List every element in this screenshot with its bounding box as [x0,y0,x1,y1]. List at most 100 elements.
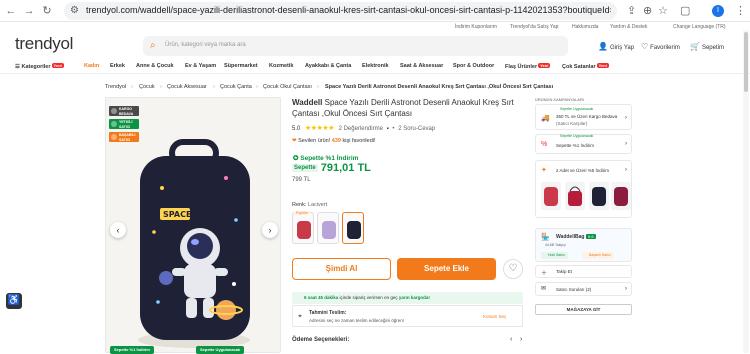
tag-label: BAŞARILI SATICI [119,133,136,142]
product-name: Space Yazılı Derili Astronot Desenli Ana… [292,98,514,118]
bundle-thumb [611,182,631,210]
add-to-cart-button[interactable]: Sepete Ekle [397,258,496,280]
site-info-icon[interactable]: ⚙ [70,5,79,16]
url-text[interactable]: trendyol.com/waddell/space-yazili-derili… [86,5,611,15]
forward-icon[interactable]: → [22,4,36,18]
address-bar[interactable]: ⚙ trendyol.com/waddell/space-yazili-deri… [64,2,617,20]
gallery-next-button[interactable]: › [262,222,278,238]
badge-label: Hızlı Satıcı [548,253,565,257]
accessibility-icon[interactable]: ♿ [6,293,22,309]
category-mother-child[interactable]: Anne & Çocuk [136,63,174,69]
chevron-right-icon: › [625,167,627,173]
payment-prev-icon[interactable]: ‹ [510,336,512,343]
campaign-cart-discount[interactable]: Sepette Uygulanacak Sepette %1 İndirim %… [535,134,632,154]
extensions-icon[interactable]: ▢ [680,4,690,17]
follow-label: Takip Et [556,269,573,274]
category-label: Çok Satanlar [562,64,596,70]
breadcrumb-child[interactable]: Çocuk [139,84,155,90]
successful-seller-badge: Başarılı Satıcı [582,252,614,259]
scrollbar-thumb[interactable] [744,32,748,92]
reviews-link[interactable]: 2 Değerlendirme [339,126,383,132]
tag-icon: ✪ [293,155,299,162]
chat-icon: ✉ [541,286,547,292]
menu-icon[interactable]: ⋮ [735,4,746,17]
discount-text: Sepette %1 İndirim [300,155,359,162]
original-price: 799 TL [292,177,311,183]
badge-label: Başarılı Satıcı [589,253,611,257]
login-link[interactable]: 👤 Giriş Yap [598,42,634,51]
toplink-language[interactable]: Change Language (TR) [673,24,726,30]
breadcrumb-school-bag[interactable]: Çocuk Okul Çantası [263,84,312,90]
authorized-seller-tag: YETKİLİ SATICI [109,119,139,129]
campaign-free-shipping[interactable]: Sepette Uygulanacak 350 TL ve Üzeri Karg… [535,104,632,130]
color-swatch-lilac[interactable] [317,212,339,244]
percent-icon: % [541,141,548,148]
swatch-image [297,221,311,239]
favorite-heart-icon[interactable]: ♡ [503,259,523,279]
thumb-image [614,187,628,206]
share-icon[interactable]: ⇪ [627,4,636,17]
category-men[interactable]: Erkek [110,63,125,69]
bookmark-star-icon[interactable]: ☆ [658,4,668,17]
category-bestsellers[interactable]: Çok Satanlar Yeni [562,63,609,70]
qa-link[interactable]: 2 Soru-Cevap [398,126,435,132]
store-icon: 🏪 [541,234,550,241]
trendyol-logo[interactable]: trendyol [15,34,73,54]
toplink-sell[interactable]: Trendyol'da Satış Yap [510,24,558,30]
truck-icon [111,108,117,114]
breadcrumb-home[interactable]: Trendyol [105,84,126,90]
category-sports[interactable]: Spor & Outdoor [453,63,494,69]
category-flash[interactable]: Flaş Ürünler Yeni [505,63,551,70]
toplink-about[interactable]: Hakkımızda [572,24,598,30]
favorites-link[interactable]: ♡ Favorilerim [641,42,680,51]
seller-name[interactable]: WaddellBag [556,234,584,240]
search-box[interactable]: ⌕ Ürün, kategori veya marka ara [143,36,568,56]
chevron-right-icon: › [625,286,627,292]
fav-suffix: kişi favoriledi! [342,138,376,144]
back-icon[interactable]: ← [4,4,18,18]
category-shoes-bags[interactable]: Ayakkabı & Çanta [305,63,351,69]
color-swatch-navy[interactable] [342,212,364,244]
buy-now-button[interactable]: Şimdi Al [292,258,391,280]
follow-seller[interactable]: ＋ Takip Et [535,265,632,278]
category-electronics[interactable]: Elektronik [362,63,389,69]
login-label: Giriş Yap [609,45,635,51]
user-icon: 👤 [598,42,608,51]
discount-label: ✪ Sepette %1 İndirim [293,154,358,162]
category-women[interactable]: Kadın [84,63,99,69]
category-supermarket[interactable]: Süpermarket [224,63,258,69]
bundle-thumb [565,182,585,210]
breadcrumb-separator: › [317,84,319,90]
favorites-label: Favorilerim [650,45,680,51]
truck-icon: 🚚 [541,115,550,122]
zoom-icon[interactable]: ⊕ [643,4,652,17]
breadcrumb-accessory[interactable]: Çocuk Aksesuar [167,84,207,90]
payment-next-icon[interactable]: › [520,336,522,343]
reload-icon[interactable]: ↻ [40,4,54,18]
ship-mid: içinde sipariş verirsen en geç [339,295,398,300]
product-gallery[interactable]: SPACE KARGO BEDAVA YETKİLİ SATICI BAŞARI… [105,97,281,353]
color-swatch-red[interactable] [292,212,314,244]
location-pin-icon: ⌖ [298,313,302,320]
gallery-prev-button[interactable]: ‹ [110,222,126,238]
seller-questions-label: Satıcı Soruları (2) [556,287,592,292]
shipping-info-bar: 6 saat 45 dakika içinde sipariş verirsen… [292,292,523,304]
breadcrumb-bag[interactable]: Çocuk Çanta [220,84,252,90]
price: Sepette 791,01 TL [292,162,371,175]
profile-avatar[interactable]: I [712,5,724,17]
toplink-coupons[interactable]: İndirim Kuponlarım [455,24,497,30]
brand-name[interactable]: Waddell [292,98,322,107]
toplink-help[interactable]: Yardım & Destek [610,24,647,30]
category-watch[interactable]: Saat & Aksesuar [400,63,443,69]
browser-toolbar: ← → ↻ ⚙ trendyol.com/waddell/space-yazil… [0,0,750,22]
go-to-store-button[interactable]: MAĞAZAYA GİT [535,304,632,315]
seller-questions[interactable]: ✉ Satıcı Soruları (2) › [535,282,632,296]
cart-link[interactable]: 🛒 Sepetim [690,42,724,51]
thumb-image [592,187,606,206]
category-cosmetics[interactable]: Kozmetik [269,63,293,69]
category-home[interactable]: Ev & Yaşam [185,63,216,69]
star-rating-icon: ★★★★★ [305,125,334,132]
campaign-text: 350 TL ve Üzeri Kargo Bedava [556,114,618,119]
choose-location-link[interactable]: Konum Seç [483,314,506,319]
category-all[interactable]: ☰ Kategoriler Yeni [15,63,64,70]
